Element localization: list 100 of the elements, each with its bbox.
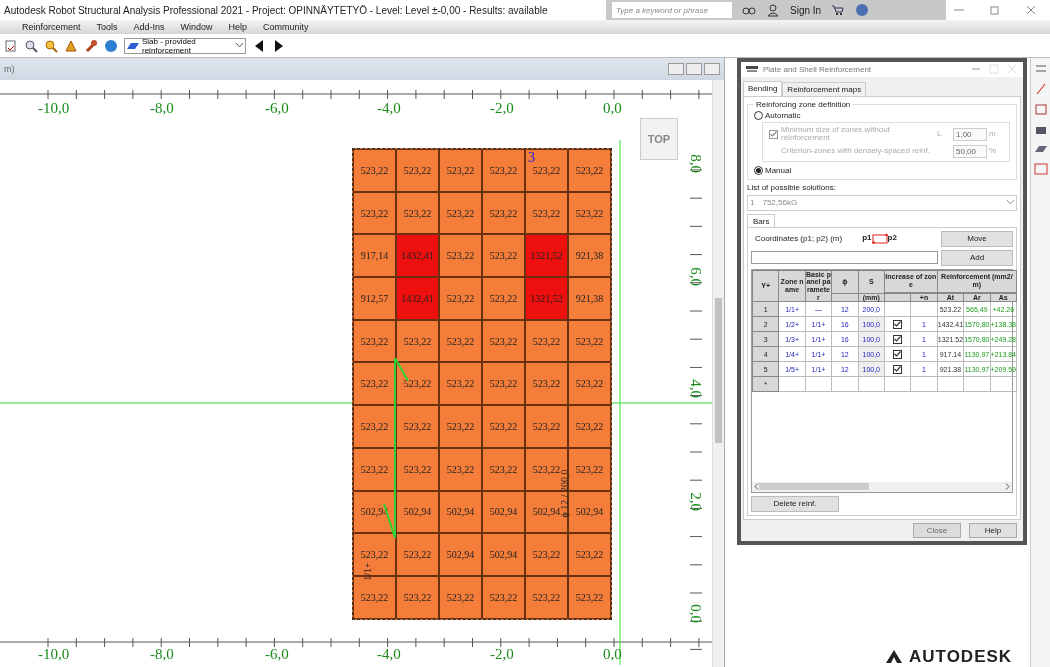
wrench-icon[interactable] xyxy=(84,38,98,53)
grid-cell: 523,22 xyxy=(482,362,525,406)
grid-cell: 523,22 xyxy=(525,191,568,235)
axis-label: 8,0 xyxy=(686,154,704,173)
tab[interactable]: Bars xyxy=(747,213,776,228)
sign-in-link[interactable]: Sign In xyxy=(790,4,822,16)
grid-cell: 523,22 xyxy=(353,447,396,491)
grid-cell: 523,22 xyxy=(482,191,525,235)
solutions-label: List of possible solutions: xyxy=(747,182,837,192)
menu-item[interactable]: Community xyxy=(263,22,309,32)
grid-cell: 523,22 xyxy=(525,533,568,576)
grid-cell: 523,22 xyxy=(568,191,611,235)
checkbox[interactable] xyxy=(893,334,903,344)
zoom-icon[interactable] xyxy=(44,38,58,53)
panel-icon[interactable] xyxy=(1033,162,1048,176)
grid-cell: 523,22 xyxy=(568,447,611,491)
grid-cell: 921,38 xyxy=(568,277,611,320)
grid-cell: 523,22 xyxy=(568,319,611,363)
slab-icon xyxy=(127,41,139,50)
grid-cell: 917,14 xyxy=(353,234,396,278)
list-icon[interactable] xyxy=(4,38,18,53)
grid-cell: 523,22 xyxy=(439,149,482,192)
option-label: Criterion-zones with densely-spaced reinf. xyxy=(781,146,931,156)
axis-label: 0,0 xyxy=(686,604,704,623)
grid-cell: 523,22 xyxy=(396,575,439,619)
menu-item[interactable]: Window xyxy=(180,22,213,32)
checkbox[interactable] xyxy=(769,129,778,139)
cart-icon[interactable] xyxy=(831,3,846,17)
delete-button[interactable]: Delete reinf. xyxy=(751,495,839,512)
grid-cell: 523,22 xyxy=(525,362,568,406)
number-field[interactable]: 50,00 xyxy=(953,144,987,158)
number-field[interactable]: 1,00 xyxy=(953,127,987,141)
minimize-button[interactable] xyxy=(668,63,684,75)
tab[interactable]: Bending xyxy=(743,80,783,96)
grid-cell: 523,22 xyxy=(568,149,611,192)
grid-cell: 523,22 xyxy=(568,362,611,406)
grid-cell: 502,94 xyxy=(568,490,611,534)
zone-label: 1/1+ xyxy=(361,562,373,581)
grid-cell: 523,22 xyxy=(353,405,396,448)
zone-marker: 3 xyxy=(528,150,535,166)
view-select[interactable]: Slab - provided reinforcement xyxy=(124,37,246,54)
radio-label: Manual xyxy=(765,165,792,175)
grid-cell: 523,22 xyxy=(396,319,439,363)
grid-cell: 523,22 xyxy=(353,319,396,363)
grid-cell: 912,57 xyxy=(353,277,396,320)
grid-cell: 523,22 xyxy=(482,447,525,491)
horizontal-scrollbar[interactable] xyxy=(752,481,1012,492)
grid-cell: 523,22 xyxy=(439,405,482,448)
radio-label: Automatic xyxy=(765,110,801,120)
checkbox[interactable] xyxy=(893,319,903,329)
move-button[interactable]: Move xyxy=(941,230,1013,247)
menu-item[interactable]: Add-Ins xyxy=(133,22,165,32)
scroll-right-icon[interactable] xyxy=(1005,483,1010,491)
caret-icon xyxy=(236,43,243,48)
axis-label: -2,0 xyxy=(490,100,514,117)
restore-button[interactable] xyxy=(686,63,702,75)
grid-cell: 523,22 xyxy=(396,191,439,235)
solution-select[interactable]: 1 752,56kG xyxy=(747,194,1017,211)
grid-cell: 523,22 xyxy=(482,149,525,192)
grid-cell: 523,22 xyxy=(439,319,482,363)
axis-label: -4,0 xyxy=(377,646,401,663)
grid-cell: 523,22 xyxy=(525,575,568,619)
dialog-title: Plate and Shell Reinforcement xyxy=(763,64,873,74)
add-button[interactable]: Add xyxy=(941,249,1013,266)
scroll-left-icon[interactable] xyxy=(754,483,759,491)
vertical-scrollbar[interactable] xyxy=(712,80,724,667)
grid-cell: 1321,52 xyxy=(525,234,568,278)
grid-cell: 523,22 xyxy=(396,405,439,448)
logo-icon xyxy=(885,649,903,663)
grid-cell: 523,22 xyxy=(525,405,568,448)
axis-label: 0,0 xyxy=(603,100,622,117)
group-title: Reinforcing zone definition xyxy=(755,99,852,109)
axis-label: -2,0 xyxy=(490,646,514,663)
grid-cell: 523,22 xyxy=(482,234,525,278)
rectangle-icon xyxy=(871,233,888,245)
magnifier-icon[interactable] xyxy=(24,38,38,53)
grid-cell: 523,22 xyxy=(525,319,568,363)
grid-cell: 523,22 xyxy=(396,447,439,491)
menu-item[interactable]: Help xyxy=(228,22,248,32)
grid-cell: 523,22 xyxy=(353,149,396,192)
grid-cell: 523,22 xyxy=(439,191,482,235)
axis-label: 6,0 xyxy=(686,267,704,286)
option-label: Minimum size of zones without reinforcement xyxy=(781,125,891,143)
grid-cell: 502,94 xyxy=(439,490,482,534)
caret-icon xyxy=(1007,200,1014,206)
grid-cell: 523,22 xyxy=(568,405,611,448)
tab[interactable]: Reinforcement maps xyxy=(782,81,867,96)
grid-cell: 523,22 xyxy=(439,447,482,491)
menu-item[interactable]: Reinforcement xyxy=(22,22,81,32)
checkbox[interactable] xyxy=(893,364,903,374)
close-icon[interactable] xyxy=(1024,3,1038,17)
search-field[interactable]: Type a keyword or phrase xyxy=(612,2,732,18)
unit-label: % xyxy=(989,146,998,156)
checkbox[interactable] xyxy=(893,349,903,359)
user-icon[interactable] xyxy=(766,3,780,17)
help-button[interactable]: Help xyxy=(969,522,1017,538)
close-button[interactable] xyxy=(704,63,720,75)
coordinates-field[interactable] xyxy=(751,251,938,265)
grid-cell: 523,22 xyxy=(482,319,525,363)
menu-item[interactable]: Tools xyxy=(96,22,118,32)
